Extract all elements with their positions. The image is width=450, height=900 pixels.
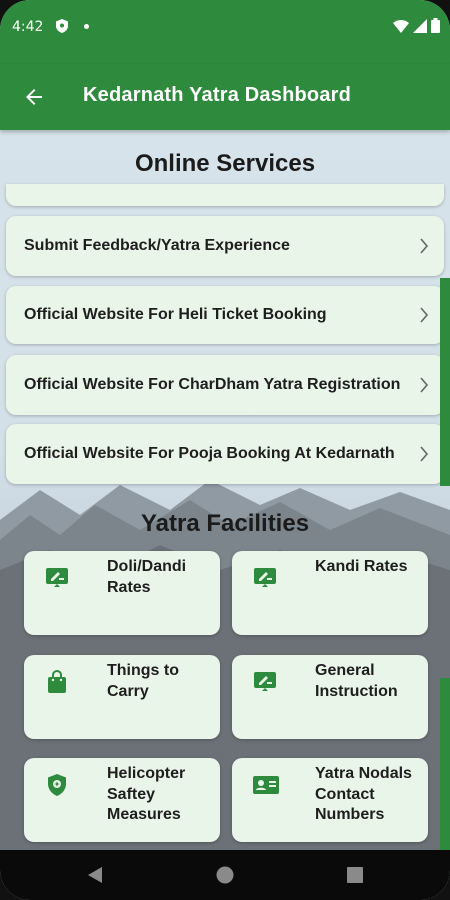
facilities-scrollbar[interactable] bbox=[440, 678, 450, 850]
phone-screen: 4:42 Kedarnath Yatra Dashboard Online Se… bbox=[0, 0, 450, 900]
facility-tile-doli-dandi-rates[interactable]: Doli/Dandi Rates bbox=[24, 551, 220, 635]
facility-tile-label: Helicopter Saftey Measures bbox=[107, 765, 186, 823]
services-scrollbar[interactable] bbox=[440, 278, 450, 486]
status-bar: 4:42 bbox=[0, 0, 450, 64]
shield-icon bbox=[44, 772, 70, 798]
chevron-right-icon bbox=[404, 377, 444, 393]
facility-tile-general-instruction[interactable]: General Instruction bbox=[232, 655, 428, 739]
facility-tile-label: Things to Carry bbox=[107, 662, 179, 700]
nav-recents-icon[interactable] bbox=[347, 867, 363, 888]
rate-card-icon bbox=[44, 565, 70, 591]
shopping-bag-icon bbox=[44, 669, 70, 695]
app-bar: Kedarnath Yatra Dashboard bbox=[0, 64, 450, 130]
chevron-right-icon bbox=[404, 238, 444, 254]
facility-tile-kandi-rates[interactable]: Kandi Rates bbox=[232, 551, 428, 635]
wifi-icon bbox=[393, 19, 409, 33]
facility-tile-label: Kandi Rates bbox=[315, 558, 408, 575]
service-item-chardham-registration[interactable]: Official Website For CharDham Yatra Regi… bbox=[6, 355, 444, 415]
service-item-label: Official Website For CharDham Yatra Regi… bbox=[24, 376, 401, 393]
cell-signal-icon bbox=[413, 18, 427, 33]
rate-card-icon bbox=[252, 565, 278, 591]
shield-status-icon bbox=[56, 19, 68, 38]
nav-back-icon[interactable] bbox=[87, 866, 103, 889]
chevron-right-icon bbox=[404, 307, 444, 323]
online-services-title: Online Services bbox=[134, 150, 316, 177]
back-arrow-icon[interactable] bbox=[22, 85, 46, 109]
service-item-heli-booking[interactable]: Official Website For Heli Ticket Booking bbox=[6, 286, 444, 344]
contact-card-icon bbox=[252, 772, 279, 798]
facility-tile-label: Yatra Nodals Contact Numbers bbox=[315, 765, 412, 823]
nav-home-icon[interactable] bbox=[216, 866, 234, 889]
page-title: Kedarnath Yatra Dashboard bbox=[83, 84, 352, 106]
rate-card-icon bbox=[252, 669, 278, 695]
battery-icon bbox=[431, 18, 440, 33]
system-navigation-bar bbox=[0, 850, 450, 900]
service-item-label: Official Website For Pooja Booking At Ke… bbox=[24, 445, 395, 462]
partial-service-card[interactable] bbox=[6, 184, 444, 206]
notification-dot-icon bbox=[84, 24, 89, 29]
service-item-label: Submit Feedback/Yatra Experience bbox=[24, 237, 290, 254]
chevron-right-icon bbox=[404, 446, 444, 462]
service-item-label: Official Website For Heli Ticket Booking bbox=[24, 306, 327, 323]
facility-tile-things-to-carry[interactable]: Things to Carry bbox=[24, 655, 220, 739]
facility-tile-label: General Instruction bbox=[315, 662, 398, 700]
service-item-pooja-booking[interactable]: Official Website For Pooja Booking At Ke… bbox=[6, 424, 444, 484]
facility-tile-yatra-nodals-contacts[interactable]: Yatra Nodals Contact Numbers bbox=[232, 758, 428, 842]
status-icons bbox=[393, 18, 440, 33]
yatra-facilities-title: Yatra Facilities bbox=[140, 510, 310, 537]
status-time: 4:42 bbox=[12, 19, 44, 35]
facility-tile-label: Doli/Dandi Rates bbox=[107, 558, 187, 596]
facility-tile-helicopter-safety[interactable]: Helicopter Saftey Measures bbox=[24, 758, 220, 842]
service-item-feedback[interactable]: Submit Feedback/Yatra Experience bbox=[6, 216, 444, 276]
